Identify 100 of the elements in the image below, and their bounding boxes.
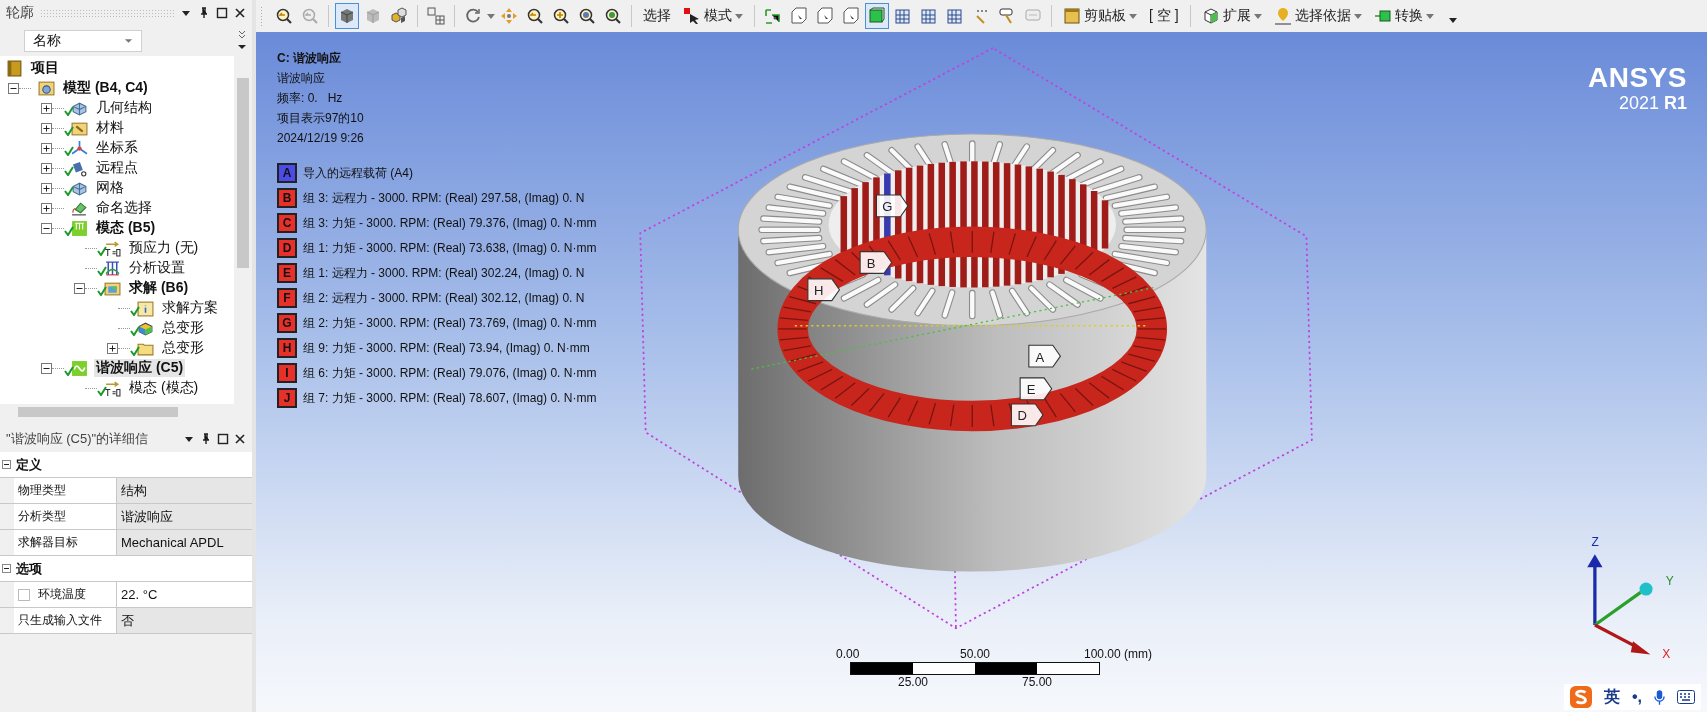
toolbar-menu-button[interactable]: 扩展 (1196, 3, 1267, 29)
expand-icon[interactable] (41, 182, 52, 194)
maximize-icon[interactable] (216, 7, 228, 19)
legend-text: 组 6: 力矩 - 3000. RPM: (Real) 79.076, (Imag) 0. N·mm (303, 364, 597, 382)
row-gutter (0, 504, 14, 529)
tree-item[interactable]: 求解方案 (160, 299, 220, 317)
scale-label: 0.00 (836, 647, 860, 661)
pan-icon (500, 7, 518, 25)
collapse-icon[interactable] (2, 460, 11, 469)
tree-item[interactable]: 命名选择 (94, 199, 154, 217)
legend-badge: J (277, 388, 297, 408)
named-icon (71, 199, 88, 217)
expand-icon[interactable] (41, 122, 52, 134)
panel-title: 轮廓 (6, 4, 34, 22)
expand-icon[interactable] (41, 142, 52, 154)
close-icon[interactable] (234, 7, 246, 19)
mesh-icon (71, 179, 88, 197)
group-header[interactable]: 选项 (16, 559, 42, 578)
pin-icon[interactable] (200, 433, 212, 445)
tree-item[interactable]: 几何结构 (94, 99, 154, 117)
collapse-icon[interactable] (74, 282, 85, 294)
expand-icon[interactable] (41, 202, 52, 214)
expand-icon[interactable] (107, 342, 118, 354)
keyboard-icon[interactable] (1677, 690, 1695, 704)
expand-icon[interactable] (41, 102, 52, 114)
load-tag[interactable]: B (859, 251, 893, 274)
tree-item[interactable]: 总变形 (160, 339, 206, 357)
tree-item[interactable]: 坐标系 (94, 139, 140, 157)
tree-item[interactable]: 总变形 (160, 319, 206, 337)
tree-item[interactable]: 材料 (94, 119, 126, 137)
property-label: 求解器目标 (18, 534, 78, 551)
property-value: 否 (117, 608, 252, 633)
legend-text: 组 1: 力矩 - 3000. RPM: (Real) 73.638, (Imag) 0. N·mm (303, 239, 597, 257)
project-icon (6, 59, 23, 77)
tree-item[interactable]: 谐波响应 (C5) (94, 359, 186, 377)
version-text: 2021 R1 (1618, 93, 1687, 113)
row-gutter (0, 530, 14, 555)
tree-item[interactable]: 项目 (29, 59, 61, 77)
checkbox[interactable] (18, 588, 30, 601)
legend-badge: G (277, 313, 297, 333)
expand-icon[interactable] (41, 162, 52, 174)
toolbar-menu-button[interactable]: 选择 (638, 3, 676, 29)
axis-label: X (1662, 646, 1671, 661)
load-tag[interactable]: D (1010, 403, 1044, 427)
maximize-icon[interactable] (217, 433, 229, 445)
remote-icon (71, 159, 88, 177)
pin-icon[interactable] (198, 7, 210, 19)
load-tag[interactable]: G (875, 194, 909, 218)
group-header[interactable]: 定义 (16, 455, 42, 474)
load-tag[interactable]: E (1019, 377, 1053, 401)
axis-label: Y (1665, 573, 1674, 588)
tree-item[interactable]: 分析设置 (127, 259, 187, 277)
property-value: Mechanical APDL (117, 530, 252, 555)
legend-badge: E (277, 263, 297, 283)
punctuation-indicator[interactable]: •, (1631, 688, 1642, 706)
rotate-icon (464, 7, 482, 25)
scale-label: 100.00 (mm) (1084, 647, 1153, 661)
collapse-icon[interactable] (41, 362, 52, 374)
load-tag[interactable]: H (807, 278, 841, 302)
row-gutter (0, 582, 14, 607)
toolbar-button[interactable] (335, 3, 359, 29)
language-indicator[interactable]: 英 (1603, 686, 1620, 708)
property-label: 只生成输入文件 (18, 612, 102, 629)
tree-item[interactable]: 模型 (B4, C4) (61, 79, 150, 97)
zoomfit-icon (275, 7, 293, 25)
tree-item[interactable]: 远程点 (94, 159, 140, 177)
legend-text: 导入的远程载荷 (A4) (303, 164, 413, 182)
toolbar-menu-button[interactable]: [ 空 ] (1144, 3, 1184, 29)
toolbar-menu-button[interactable]: 转换 (1368, 3, 1439, 29)
scale-label: 50.00 (960, 647, 991, 661)
collapse-icon[interactable] (8, 82, 19, 94)
legend-text: 组 2: 力矩 - 3000. RPM: (Real) 73.769, (Imag) 0. N·mm (303, 314, 597, 332)
load-tag[interactable]: A (1028, 344, 1062, 368)
collapse-icon[interactable] (41, 222, 52, 234)
grip-handle[interactable] (260, 6, 264, 26)
tree-item[interactable]: 模态 (模态) (127, 379, 201, 397)
selectby-icon (1273, 7, 1292, 25)
tree-item[interactable]: 网格 (94, 179, 126, 197)
legend-badge: A (277, 163, 297, 183)
legend-badge: I (277, 363, 297, 383)
toolbar-menu-button[interactable]: 模式 (678, 3, 748, 29)
prestress-icon (104, 239, 121, 257)
tree-item[interactable]: 模态 (B5) (94, 219, 158, 237)
mode-icon (683, 7, 701, 25)
cube-icon (338, 7, 356, 25)
tree-item[interactable]: 求解 (B6) (127, 279, 191, 297)
tree-item[interactable]: 预应力 (无) (127, 239, 201, 257)
face-icon (816, 7, 834, 25)
mesh-icon (920, 7, 938, 25)
toolbar-menu-button[interactable]: 选择依据 (1268, 3, 1367, 29)
caret-icon[interactable] (487, 13, 495, 19)
input-method-icon[interactable] (1569, 686, 1592, 708)
legend-badge: F (277, 288, 297, 308)
close-icon[interactable] (234, 433, 246, 445)
toolbar-menu-button[interactable]: 剪贴板 (1058, 3, 1142, 29)
collapse-icon[interactable] (2, 564, 11, 573)
microphone-icon[interactable] (1654, 688, 1665, 706)
prestress-icon (104, 379, 121, 397)
mesh-icon (894, 7, 912, 25)
filter-dropdown[interactable]: 名称 (24, 30, 142, 52)
